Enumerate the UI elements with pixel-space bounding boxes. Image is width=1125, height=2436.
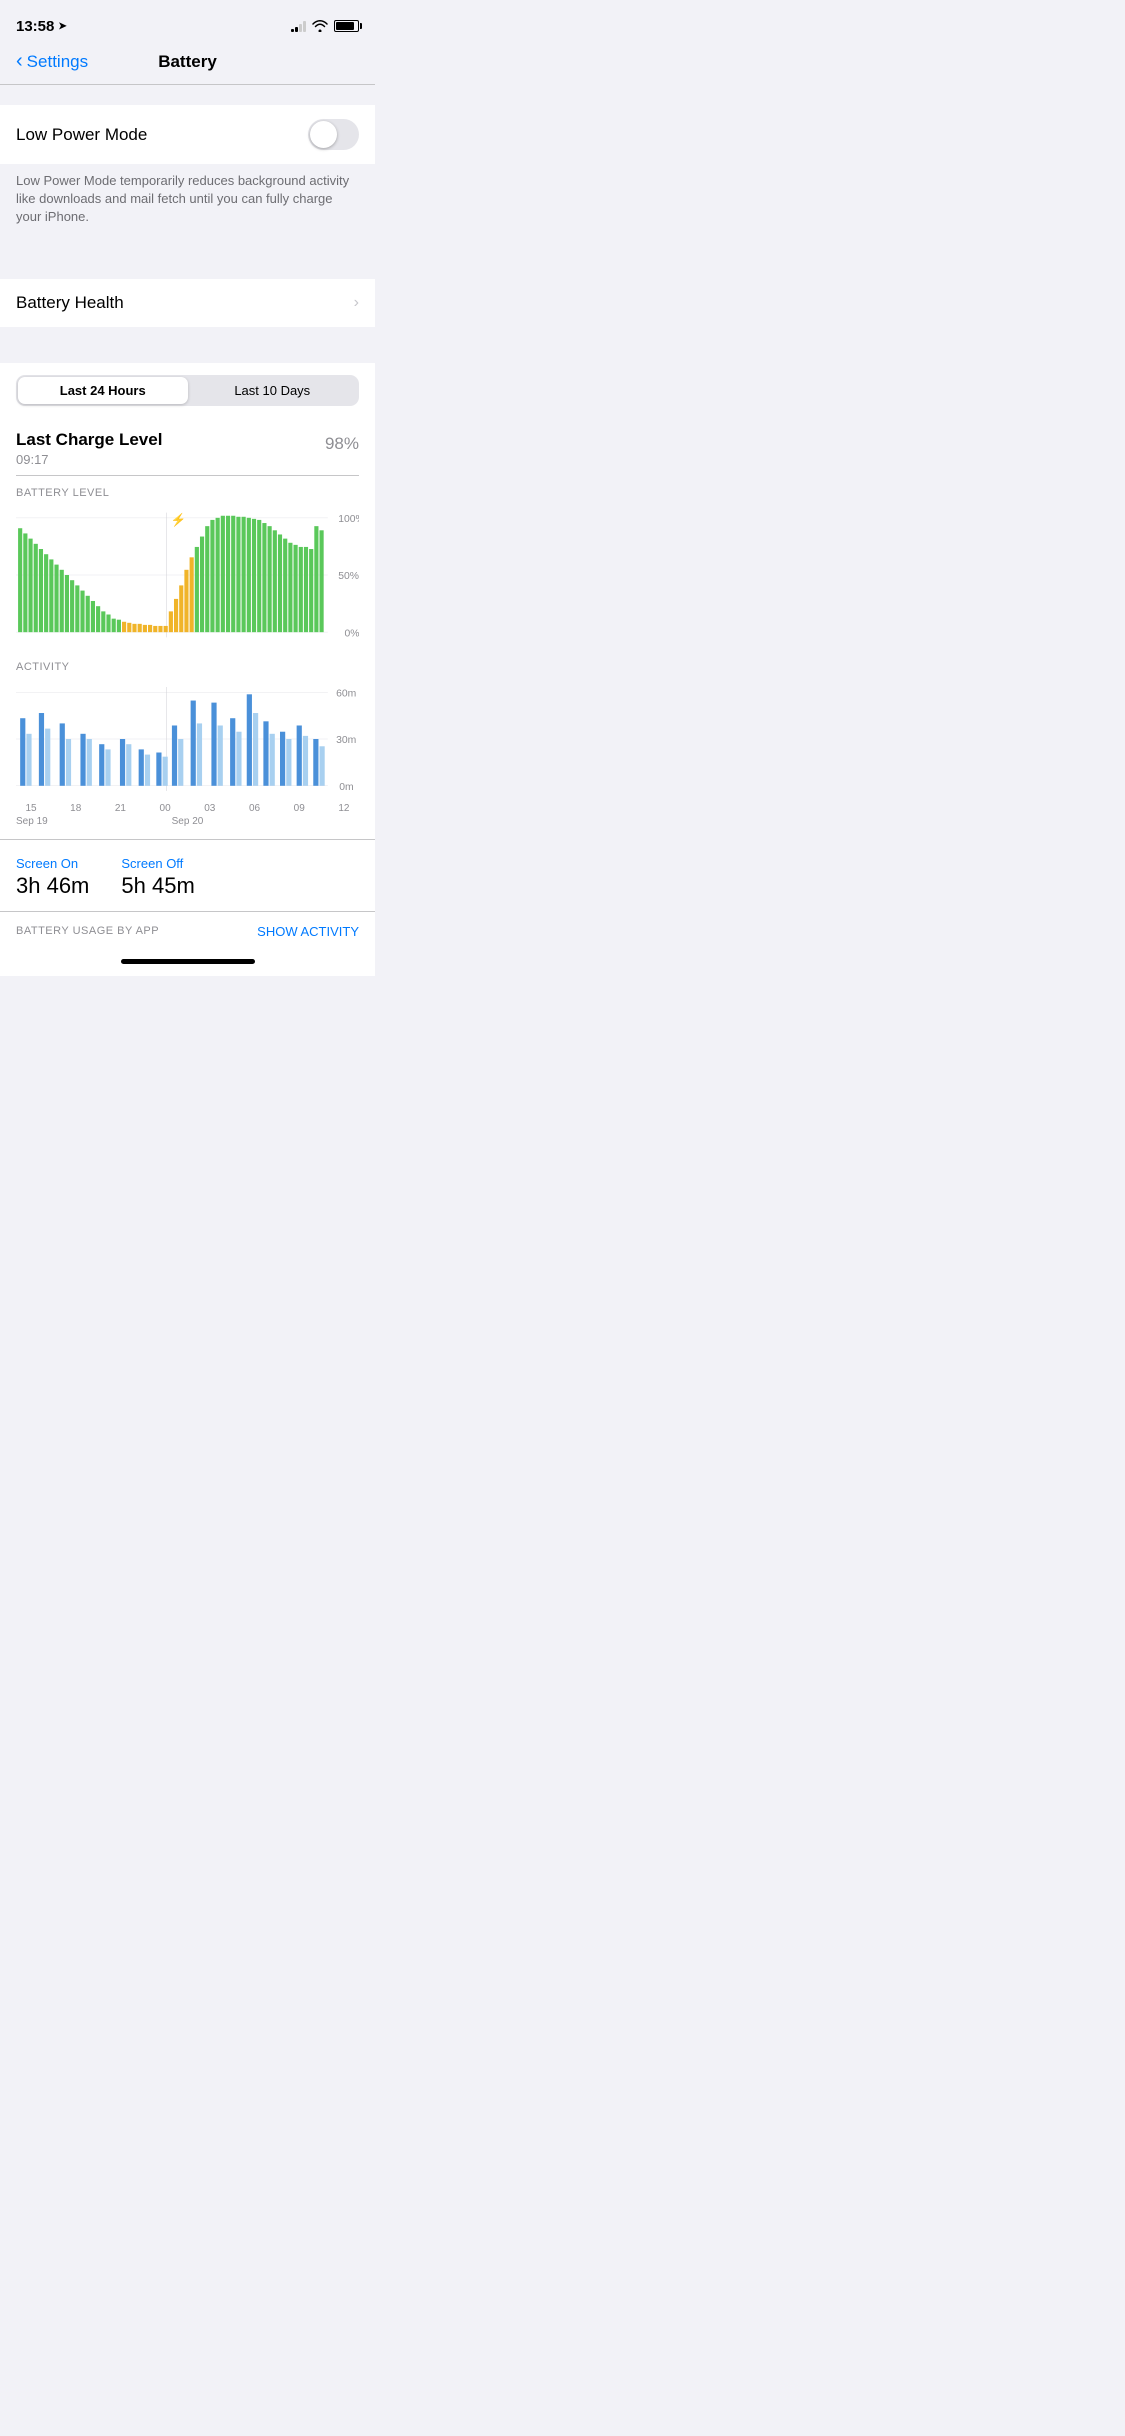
screen-off-title: Screen Off [121, 856, 194, 871]
segment-24h-label: Last 24 Hours [60, 383, 146, 398]
screen-on-value: 3h 46m [16, 873, 89, 899]
battery-chart-svg: ⚡ 100% 50% 0% [16, 505, 359, 645]
status-time: 13:58 ➤ [16, 18, 67, 35]
charts-area: Last 24 Hours Last 10 Days Last Charge L… [0, 363, 375, 951]
battery-health-section: Battery Health › [0, 279, 375, 327]
time-label-18: 18 [61, 803, 91, 814]
show-activity-button[interactable]: SHOW ACTIVITY [257, 924, 359, 939]
screen-off-value: 5h 45m [121, 873, 194, 899]
activity-chart-svg: 60m 30m 0m [16, 679, 359, 799]
activity-section: ACTIVITY [0, 653, 375, 827]
battery-status-icon [334, 20, 359, 32]
time-label-15: 15 [16, 803, 46, 814]
top-spacer [0, 85, 375, 105]
charge-level-label: Last Charge Level [16, 430, 162, 450]
screen-off-stat: Screen Off 5h 45m [121, 856, 194, 899]
back-chevron-icon: ‹ [16, 50, 23, 73]
segment-24h[interactable]: Last 24 Hours [18, 377, 188, 404]
low-power-toggle[interactable] [308, 119, 359, 150]
low-power-label: Low Power Mode [16, 125, 147, 145]
toggle-knob [310, 121, 337, 148]
segment-10d[interactable]: Last 10 Days [188, 377, 358, 404]
page-title: Battery [158, 52, 217, 72]
signal-bars-icon [291, 20, 306, 32]
time-label-21: 21 [105, 803, 135, 814]
svg-text:30m: 30m [336, 735, 356, 746]
activity-chart-label: ACTIVITY [16, 661, 359, 673]
svg-text:60m: 60m [336, 688, 356, 699]
svg-text:⚡: ⚡ [171, 512, 187, 528]
date-label-sep20: Sep 20 [143, 816, 233, 827]
time-labels-row: 15 18 21 00 03 06 09 12 [16, 803, 359, 814]
time-range-control[interactable]: Last 24 Hours Last 10 Days [16, 375, 359, 406]
battery-level-chart-label: BATTERY LEVEL [16, 487, 359, 499]
section-spacer-1 [0, 243, 375, 279]
battery-level-chart: ⚡ 100% 50% 0% [16, 505, 359, 645]
time-label-03: 03 [195, 803, 225, 814]
signal-bar-4 [303, 21, 306, 32]
battery-health-row[interactable]: Battery Health › [0, 279, 375, 327]
svg-text:100%: 100% [338, 514, 359, 525]
screen-on-stat: Screen On 3h 46m [16, 856, 89, 899]
battery-usage-row: BATTERY USAGE BY APP SHOW ACTIVITY [0, 911, 375, 951]
date-labels-row: Sep 19 Sep 20 [16, 814, 359, 827]
svg-text:0m: 0m [339, 782, 353, 793]
location-icon: ➤ [58, 21, 66, 32]
signal-bar-3 [299, 24, 302, 32]
low-power-description: Low Power Mode temporarily reduces backg… [0, 164, 375, 243]
screen-on-title: Screen On [16, 856, 89, 871]
segment-10d-label: Last 10 Days [234, 383, 310, 398]
battery-health-chevron-icon: › [354, 294, 359, 312]
segmented-control-container: Last 24 Hours Last 10 Days [0, 363, 375, 418]
status-bar: 13:58 ➤ [0, 0, 375, 44]
activity-chart: 60m 30m 0m [16, 679, 359, 799]
battery-level-section: BATTERY LEVEL [0, 475, 375, 645]
battery-fill [336, 22, 354, 30]
time-label-00: 00 [150, 803, 180, 814]
svg-text:0%: 0% [344, 628, 359, 639]
time-label-09: 09 [284, 803, 314, 814]
signal-bar-2 [295, 27, 298, 32]
battery-usage-label: BATTERY USAGE BY APP [16, 925, 159, 937]
charge-percent: 98% [325, 430, 359, 454]
time-label-12: 12 [329, 803, 359, 814]
home-indicator-bar [121, 959, 255, 964]
date-label-sep19: Sep 19 [16, 816, 106, 827]
time-label-06: 06 [240, 803, 270, 814]
charge-label-group: Last Charge Level 09:17 [16, 430, 162, 467]
svg-text:50%: 50% [338, 571, 359, 582]
low-power-section: Low Power Mode [0, 105, 375, 164]
section-spacer-2 [0, 327, 375, 363]
charge-time: 09:17 [16, 452, 162, 467]
back-button[interactable]: ‹ Settings [16, 51, 88, 73]
signal-bar-1 [291, 29, 294, 32]
charge-info: Last Charge Level 09:17 98% [0, 418, 375, 475]
low-power-row: Low Power Mode [0, 105, 375, 164]
time-display: 13:58 [16, 18, 54, 35]
wifi-icon [312, 20, 328, 32]
screen-stats: Screen On 3h 46m Screen Off 5h 45m [0, 840, 375, 911]
back-label[interactable]: Settings [27, 52, 88, 72]
battery-health-label: Battery Health [16, 293, 124, 313]
home-indicator-area [0, 951, 375, 976]
status-icons [291, 20, 359, 32]
nav-bar: ‹ Settings Battery [0, 44, 375, 84]
